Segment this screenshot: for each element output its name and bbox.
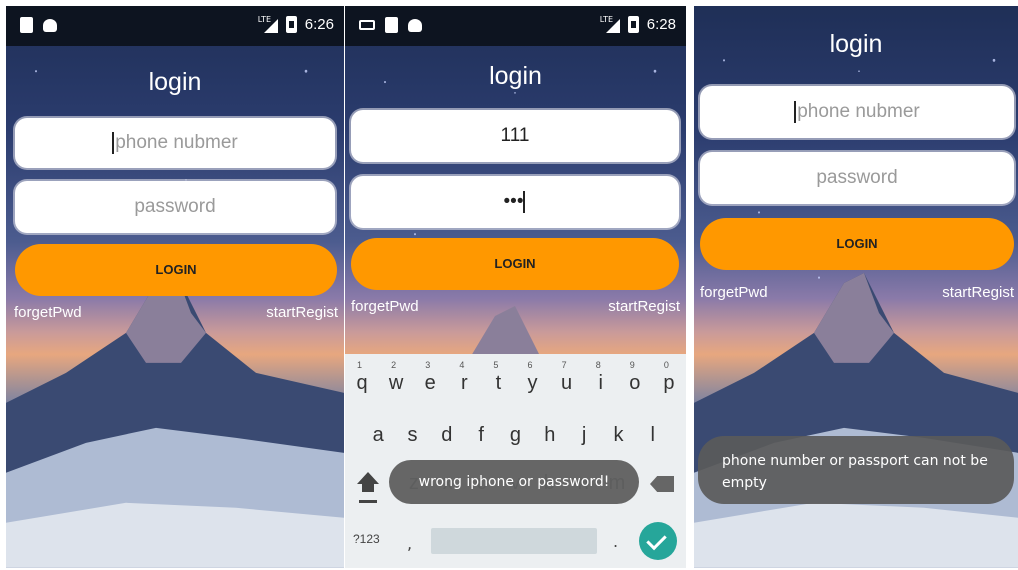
sd-card-icon [20,17,33,33]
key-label: e [424,372,436,394]
key-p[interactable]: 0p [654,360,684,395]
mountain-illustration [6,273,344,568]
key-y[interactable]: 6y [518,360,548,395]
password-placeholder: password [134,196,216,217]
keyboard-row-2: asdfghjkl [345,424,686,447]
password-value: ••• [503,191,524,212]
phone-value: 111 [500,125,530,146]
key-label: w [388,372,404,394]
key-label: i [598,372,603,394]
phone-number-input[interactable]: phone nubmer [700,86,1014,138]
key-digit-hint: 9 [629,360,635,370]
key-label: r [460,372,468,394]
key-label: p [663,372,675,394]
key-o[interactable]: 9o [620,360,650,395]
key-a[interactable]: a [363,424,393,447]
lte-signal-icon: LTE [600,15,620,33]
space-key[interactable] [431,528,597,554]
phone-number-input[interactable]: 111 [351,110,679,162]
forget-password-link[interactable]: forgetPwd [14,304,82,321]
login-button[interactable]: LOGIN [351,238,679,290]
password-placeholder: password [816,167,898,188]
status-time: 6:28 [646,16,676,33]
battery-charging-icon [285,16,297,33]
key-i[interactable]: 8i [586,360,616,395]
forget-password-link[interactable]: forgetPwd [351,298,419,315]
start-register-link[interactable]: startRegist [942,284,1014,301]
key-digit-hint: 7 [561,360,567,370]
key-q[interactable]: 1q [347,360,377,395]
key-digit-hint: 0 [663,360,669,370]
key-l[interactable]: l [638,424,668,447]
key-e[interactable]: 3e [415,360,445,395]
enter-check-key-icon[interactable] [639,522,677,560]
error-toast: wrong iphone or password! [389,460,639,504]
comma-key[interactable]: , [407,534,412,553]
key-j[interactable]: j [569,424,599,447]
shift-key-icon[interactable] [357,472,379,484]
page-title: login [829,30,883,58]
key-k[interactable]: k [603,424,633,447]
key-digit-hint: 6 [527,360,533,370]
lte-signal-icon: LTE [258,15,278,33]
phone-number-input[interactable]: phone nubmer [15,118,335,168]
forget-password-link[interactable]: forgetPwd [700,284,768,301]
key-s[interactable]: s [397,424,427,447]
key-f[interactable]: f [466,424,496,447]
key-digit-hint: 5 [493,360,499,370]
keyboard-icon [359,20,375,30]
start-register-link[interactable]: startRegist [608,298,680,315]
key-d[interactable]: d [432,424,462,447]
status-bar: LTE 6:28 [345,6,686,46]
period-key[interactable]: . [613,532,618,551]
login-button[interactable]: LOGIN [15,244,337,296]
key-digit-hint: 1 [357,360,363,370]
error-toast: phone number or passport can not be empt… [698,436,1014,504]
password-input[interactable]: password [700,152,1014,204]
shift-key-stem [362,484,374,492]
key-label: o [629,372,641,394]
android-debug-icon [43,19,57,32]
phone-placeholder: phone nubmer [115,132,238,153]
status-bar: LTE 6:26 [6,6,344,46]
symbols-key[interactable]: ?123 [353,532,380,546]
key-digit-hint: 2 [391,360,397,370]
start-register-link[interactable]: startRegist [266,304,338,321]
password-input[interactable]: password [15,181,335,233]
text-caret [523,190,526,213]
sd-card-icon [385,17,398,33]
key-digit-hint: 3 [425,360,431,370]
page-title: login [148,68,202,96]
key-digit-hint: 4 [459,360,465,370]
key-h[interactable]: h [535,424,565,447]
key-label: t [495,372,502,394]
page-title: login [489,62,542,90]
battery-charging-icon [627,16,639,33]
key-digit-hint: 8 [595,360,601,370]
key-label: y [527,372,538,394]
key-t[interactable]: 5t [483,360,513,395]
login-screen-error: LTE 6:28 login 111 ••• LOGIN forgetPwd s… [345,6,686,568]
key-u[interactable]: 7u [552,360,582,395]
keyboard-row-1: 1q2w3e4r5t6y7u8i9o0p [345,360,686,395]
key-w[interactable]: 2w [381,360,411,395]
login-screen-empty-error: login phone nubmer password LOGIN forget… [694,6,1018,568]
text-caret [794,100,797,123]
login-screen-empty: LTE 6:26 login phone nubmer password LOG… [6,6,344,568]
key-label: q [356,372,368,394]
status-time: 6:26 [304,16,334,33]
android-debug-icon [408,19,422,32]
password-input[interactable]: ••• [351,176,679,228]
key-r[interactable]: 4r [449,360,479,395]
key-label: u [561,372,573,394]
login-button[interactable]: LOGIN [700,218,1014,270]
key-g[interactable]: g [500,424,530,447]
shift-key-underline [359,500,377,503]
text-caret [112,131,115,154]
phone-placeholder: phone nubmer [797,101,920,122]
